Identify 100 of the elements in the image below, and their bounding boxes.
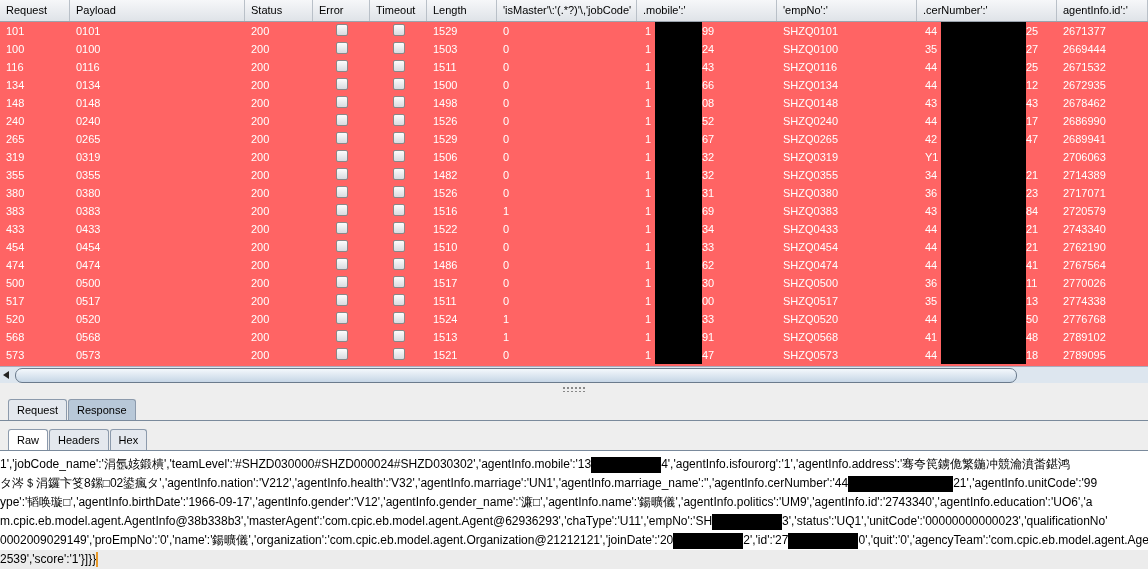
- checkbox[interactable]: [335, 150, 348, 162]
- table-cell-text: 18: [1026, 348, 1039, 363]
- table-cell-text: 0: [503, 295, 510, 309]
- table-cell-text: 47: [702, 348, 715, 363]
- table-cell-text: 13: [1026, 294, 1039, 309]
- checkbox[interactable]: [392, 186, 405, 198]
- table-cell-text: 1511: [433, 61, 457, 75]
- table-cell-text: 1: [645, 78, 653, 93]
- checkbox[interactable]: [392, 258, 405, 270]
- checkbox[interactable]: [392, 42, 405, 54]
- table-cell-text: 08: [702, 96, 715, 111]
- checkbox[interactable]: [392, 204, 405, 216]
- checkbox[interactable]: [335, 60, 348, 72]
- checkbox[interactable]: [335, 204, 348, 216]
- splitter-handle[interactable]: [562, 386, 586, 392]
- checkbox[interactable]: [392, 330, 405, 342]
- table-cell-text: 0: [503, 223, 510, 237]
- checkbox[interactable]: [392, 78, 405, 90]
- checkbox[interactable]: [335, 294, 348, 306]
- table-cell-text: 2717071: [1063, 187, 1106, 201]
- table-cell-text: 0: [503, 97, 510, 111]
- checkbox[interactable]: [392, 240, 405, 252]
- table-cell-text: 27: [1026, 42, 1039, 57]
- table-cell-text: 52: [702, 114, 715, 129]
- column-header[interactable]: Request: [0, 0, 70, 21]
- table-cell-text: 200: [251, 97, 270, 111]
- checkbox[interactable]: [335, 186, 348, 198]
- checkbox[interactable]: [335, 168, 348, 180]
- table-cell-text: 1513: [433, 331, 458, 345]
- table-cell-text: 0: [503, 277, 510, 291]
- redaction-bar: [712, 513, 783, 530]
- table-cell-text: 0433: [76, 223, 101, 237]
- checkbox[interactable]: [335, 330, 348, 342]
- redaction-bar: [655, 346, 702, 364]
- checkbox[interactable]: [335, 42, 348, 54]
- checkbox[interactable]: [392, 312, 405, 324]
- column-header[interactable]: Error: [313, 0, 370, 21]
- checkbox[interactable]: [335, 240, 348, 252]
- column-header[interactable]: 'empNo':': [777, 0, 917, 21]
- checkbox[interactable]: [335, 348, 348, 360]
- checkbox[interactable]: [335, 24, 348, 36]
- tab[interactable]: Request: [8, 399, 67, 420]
- table-cell-text: 44: [925, 348, 939, 363]
- column-header[interactable]: Payload: [70, 0, 245, 21]
- checkbox[interactable]: [392, 348, 405, 360]
- table-cell-text: 100: [6, 43, 25, 57]
- table-cell-text: 43: [1026, 96, 1039, 111]
- table-cell-text: SHZQ0319: [783, 151, 839, 165]
- checkbox[interactable]: [335, 312, 348, 324]
- scroll-left-icon[interactable]: [3, 371, 9, 379]
- column-header[interactable]: Length: [427, 0, 497, 21]
- checkbox[interactable]: [392, 168, 405, 180]
- checkbox[interactable]: [392, 114, 405, 126]
- table-cell-text: SHZQ0454: [783, 241, 839, 255]
- column-header[interactable]: .mobile':': [637, 0, 777, 21]
- table-cell-text: 1510: [433, 241, 458, 255]
- table-cell-text: 48: [1026, 330, 1039, 345]
- checkbox[interactable]: [335, 132, 348, 144]
- horizontal-scrollbar[interactable]: [0, 366, 1148, 383]
- tab[interactable]: Hex: [109, 429, 148, 450]
- checkbox[interactable]: [335, 258, 348, 270]
- tab[interactable]: Raw: [8, 429, 48, 450]
- checkbox[interactable]: [392, 24, 405, 36]
- checkbox[interactable]: [392, 96, 405, 108]
- checkbox[interactable]: [392, 222, 405, 234]
- column-header[interactable]: 'isMaster'\:'(.*?)'\,'jobCode': [497, 0, 637, 21]
- checkbox[interactable]: [392, 276, 405, 288]
- checkbox[interactable]: [335, 78, 348, 90]
- column-header[interactable]: agentInfo.id':': [1057, 0, 1148, 21]
- response-text: 1','jobCode_name':'涓氬姟鍛樻','teamLevel':'#SHZD030000#SHZD000024#SHZD030302','agentInfo.mobile':'13: [0, 456, 592, 473]
- table-cell-text: 30: [702, 276, 715, 291]
- table-cell-text: 0240: [76, 115, 101, 129]
- scrollbar-thumb[interactable]: [15, 367, 1017, 383]
- table-cell-text: 1: [645, 294, 653, 309]
- checkbox[interactable]: [392, 294, 405, 306]
- checkbox[interactable]: [335, 96, 348, 108]
- table-cell-text: 573: [6, 349, 25, 363]
- table-cell-text: 0134: [76, 79, 101, 93]
- checkbox[interactable]: [335, 222, 348, 234]
- table-cell-text: 0101: [76, 25, 101, 39]
- table-cell-text: 0: [503, 61, 510, 75]
- table-cell-text: 0: [503, 151, 510, 165]
- tab[interactable]: Response: [68, 399, 136, 420]
- checkbox[interactable]: [392, 132, 405, 144]
- checkbox[interactable]: [392, 150, 405, 162]
- checkbox[interactable]: [392, 60, 405, 72]
- column-header[interactable]: Status: [245, 0, 313, 21]
- checkbox[interactable]: [335, 114, 348, 126]
- table-cell-text: 47: [1026, 132, 1039, 147]
- checkbox[interactable]: [335, 276, 348, 288]
- table-cell-text: 32: [702, 168, 715, 183]
- tab[interactable]: Headers: [49, 429, 109, 450]
- column-header[interactable]: .cerNumber':': [917, 0, 1057, 21]
- response-text: 3','status':'UQ1','unitCode':'00000000000023','qualificationNo': [782, 513, 1108, 530]
- table-cell-text: 200: [251, 349, 270, 363]
- table-cell-text: 21: [1026, 240, 1039, 255]
- table-cell-text: 520: [6, 313, 25, 327]
- table-cell-text: 0517: [76, 295, 101, 309]
- table-cell-text: 1: [645, 348, 653, 363]
- column-header[interactable]: Timeout: [370, 0, 427, 21]
